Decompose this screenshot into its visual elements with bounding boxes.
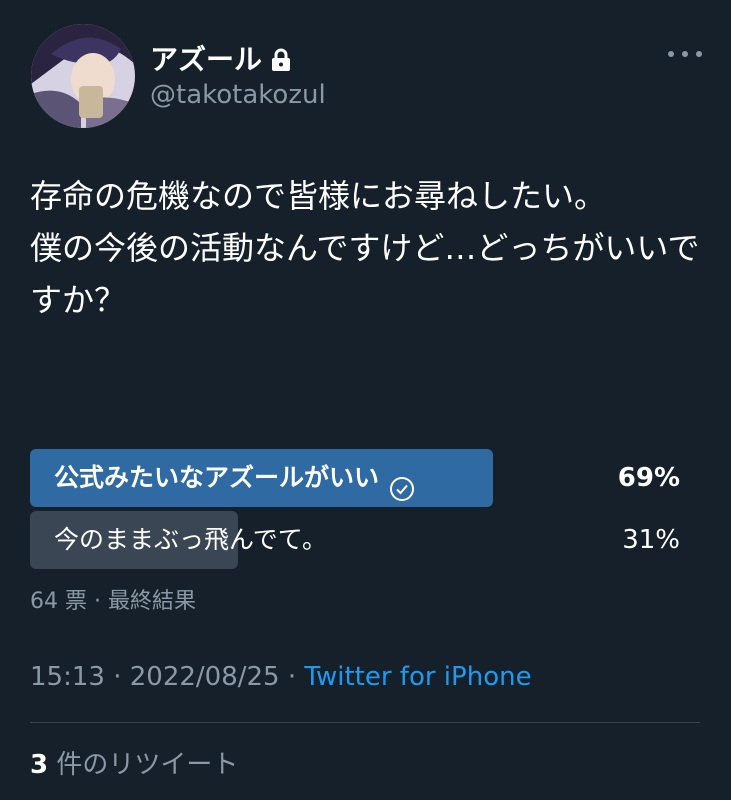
retweets-link[interactable]: 3 件のリツイート	[30, 744, 238, 781]
meta-separator-2: ·	[279, 662, 305, 692]
tweet-date[interactable]: 2022/08/25	[130, 662, 280, 692]
tweet-time[interactable]: 15:13	[30, 662, 105, 692]
avatar-image	[31, 24, 135, 128]
divider	[30, 722, 700, 723]
lock-icon	[270, 46, 292, 71]
tweet-meta: 15:13 · 2022/08/25 · Twitter for iPhone	[30, 662, 532, 692]
retweet-label: 件のリツイート	[48, 750, 239, 780]
poll-option-1-label: 公式みたいなアズールがいい	[54, 463, 380, 492]
retweet-count: 3	[30, 750, 49, 780]
tweet-text: 存命の危機なので皆様にお尋ねしたい。 僕の今後の活動なんですけど…どっちがいいで…	[30, 177, 700, 319]
more-options-icon[interactable]	[668, 44, 702, 64]
user-handle[interactable]: @takotakozul	[150, 80, 326, 110]
check-circle-icon	[389, 465, 415, 501]
tweet-source-link[interactable]: Twitter for iPhone	[304, 662, 531, 692]
display-name[interactable]: アズール	[150, 38, 292, 78]
poll-option-2-percent: 31%	[622, 525, 680, 555]
poll-option-2-label: 今のままぶっ飛んでて。	[54, 525, 328, 554]
poll-option-1-percent: 69%	[617, 463, 680, 493]
meta-separator-1: ·	[104, 662, 130, 692]
poll-summary: 64 票 · 最終結果	[30, 589, 196, 614]
poll-option-2: 今のままぶっ飛んでて。 31%	[30, 511, 680, 569]
poll-option-2-label-wrap: 今のままぶっ飛んでて。	[54, 511, 327, 569]
poll-option-1-label-wrap: 公式みたいなアズールがいい	[54, 449, 415, 507]
avatar[interactable]	[31, 24, 135, 128]
poll-option-1: 公式みたいなアズールがいい 69%	[30, 449, 680, 507]
display-name-text: アズール	[150, 43, 263, 76]
